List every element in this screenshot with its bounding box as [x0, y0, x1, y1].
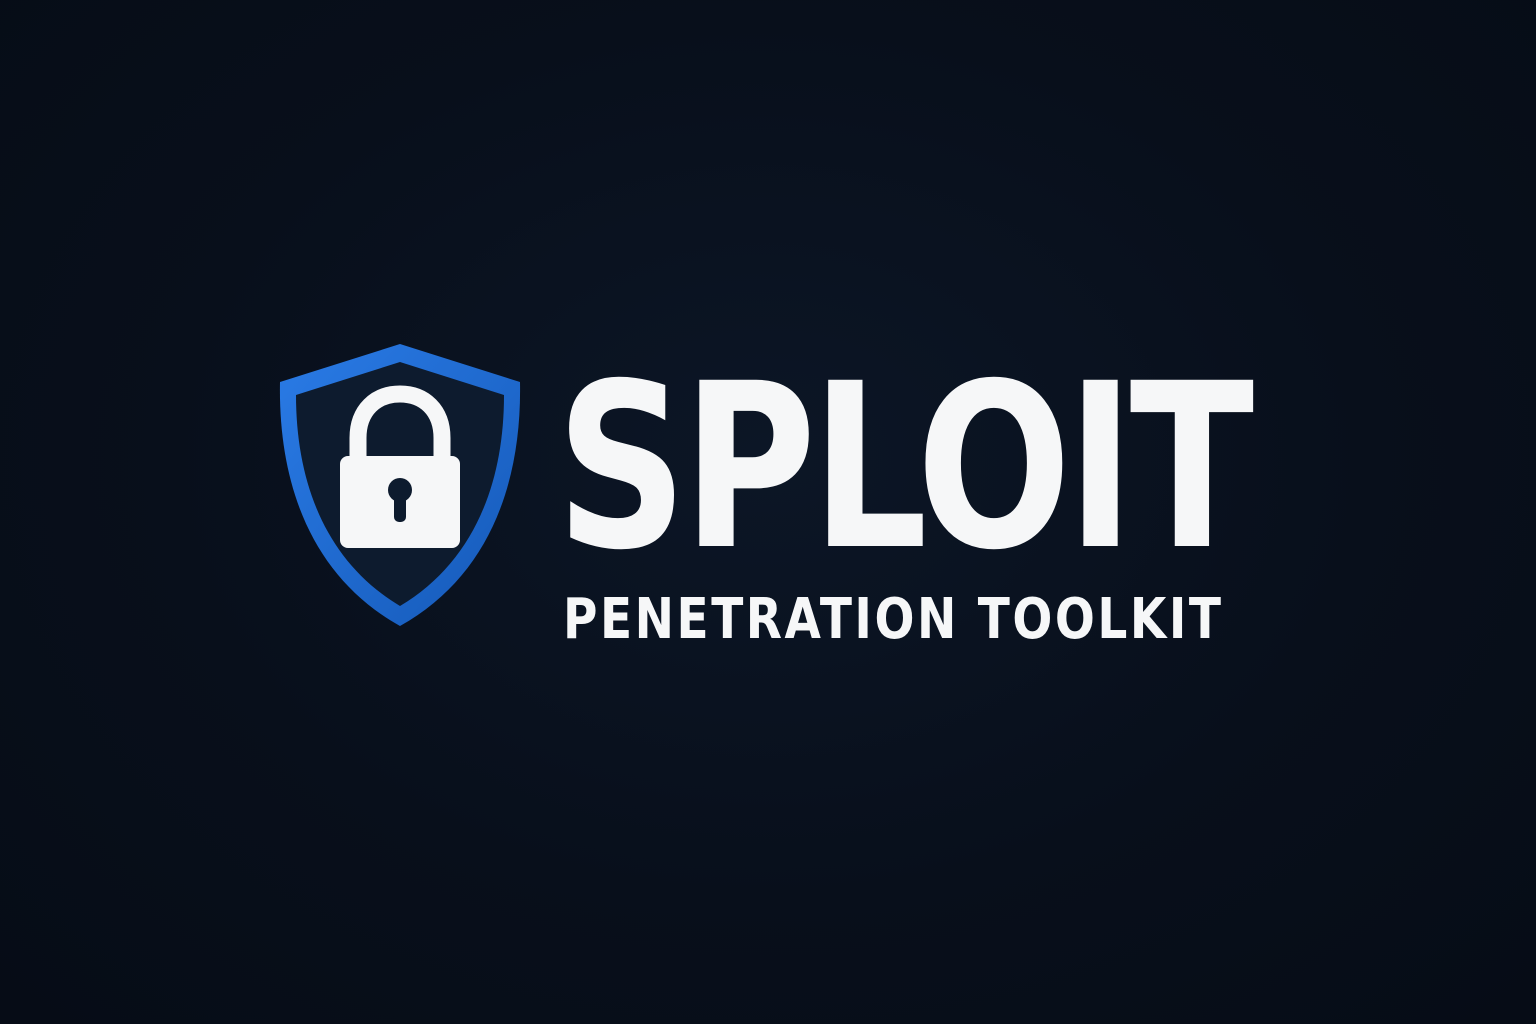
brand-tagline: PENETRATION TOOLKIT [563, 587, 1224, 652]
shield-icon [272, 338, 528, 634]
brand-name: SPLOIT [556, 334, 1254, 600]
